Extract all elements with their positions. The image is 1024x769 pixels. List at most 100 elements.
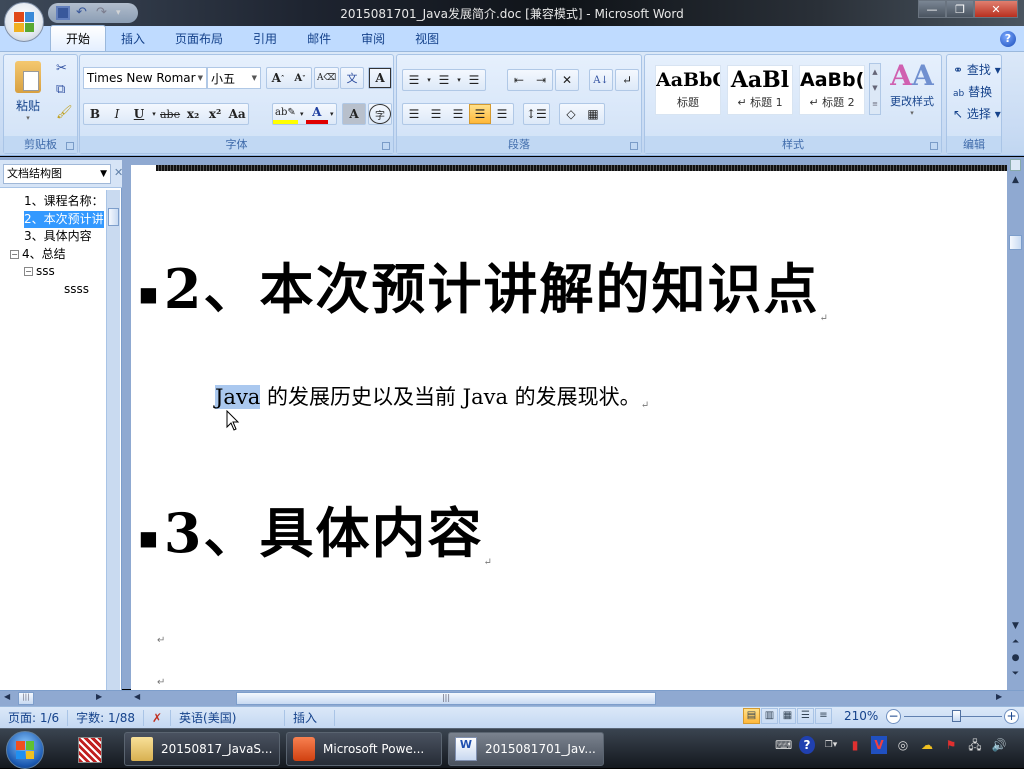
nav-tree-item[interactable]: 2、本次预计讲 [24, 210, 104, 228]
body-paragraph[interactable]: Java 的发展历史以及当前 Java 的发展现状。↵ [215, 381, 649, 411]
italic-button[interactable]: I [106, 104, 128, 124]
print-layout-icon[interactable]: ▤ [743, 708, 760, 724]
grow-font-button[interactable]: Aˆ [267, 68, 289, 88]
align-left-icon[interactable]: ☰ [403, 104, 425, 124]
align-center-icon[interactable]: ☰ [425, 104, 447, 124]
subscript-button[interactable]: x₂ [182, 104, 204, 124]
scroll-thumb[interactable]: ||| [236, 692, 656, 705]
document-page[interactable]: ■2、本次预计讲解的知识点↵ Java 的发展历史以及当前 Java 的发展现状… [131, 165, 1007, 690]
replace-button[interactable]: ab 替换 [953, 83, 992, 100]
browse-object-icon[interactable]: ● [1010, 653, 1021, 665]
outline-view-icon[interactable]: ☰ [797, 708, 814, 724]
taskbar-item-powerpoint[interactable]: Microsoft Powe... [286, 732, 442, 766]
heading-3[interactable]: ■3、具体内容↵ [139, 489, 492, 568]
vertical-scrollbar[interactable]: ▲ ▼ ⏶ ● ⏷ [1007, 157, 1024, 690]
line-spacing-icon[interactable]: ↕☰ [524, 104, 549, 124]
antivirus-icon[interactable]: V [871, 736, 887, 754]
sync-icon[interactable]: ◎ [895, 736, 911, 754]
font-color-icon[interactable]: A [305, 104, 328, 124]
chevron-down-icon[interactable]: ▾ [455, 70, 463, 90]
show-hidden-icon[interactable]: ❐▾ [823, 736, 839, 754]
scroll-down-icon[interactable]: ▼ [1010, 621, 1021, 633]
show-marks-icon[interactable]: ↵ [616, 70, 638, 90]
network-icon[interactable]: 🖧 [967, 736, 983, 754]
selected-text[interactable]: Java [215, 385, 261, 409]
nav-tree-item[interactable]: 1、课程名称： [24, 193, 104, 210]
bullets-icon[interactable]: ☰ [403, 70, 425, 90]
nav-scrollbar[interactable] [106, 190, 120, 690]
dialog-launcher-icon[interactable] [930, 142, 938, 150]
taskbar-item-word[interactable]: W 2015081701_Jav... [448, 732, 604, 766]
redo-icon[interactable]: ↷ [96, 6, 110, 20]
dialog-launcher-icon[interactable] [66, 142, 74, 150]
shading-icon[interactable]: ◇ [560, 104, 582, 124]
paste-button[interactable]: 粘贴 ▾ [10, 59, 46, 129]
weather-icon[interactable]: ☁ [919, 736, 935, 754]
decrease-indent-icon[interactable]: ⇤ [508, 70, 530, 90]
collapse-icon[interactable]: − [24, 267, 33, 276]
web-layout-icon[interactable]: ▦ [779, 708, 796, 724]
zoom-level[interactable]: 210% [844, 709, 878, 723]
next-page-icon[interactable]: ⏷ [1010, 669, 1021, 681]
word-count[interactable]: 字数: 1/88 [68, 709, 144, 726]
justify-icon[interactable]: ☰ [469, 104, 491, 124]
tab-home[interactable]: 开始 [50, 25, 107, 51]
chevron-down-icon[interactable]: ▾ [298, 104, 306, 124]
minimize-button[interactable]: — [918, 0, 946, 18]
scroll-up-icon[interactable]: ▲ [1010, 175, 1021, 187]
char-border-icon[interactable]: A [369, 68, 391, 88]
style-heading-1[interactable]: AaBl ↵ 标题 1 [727, 65, 793, 115]
font-size-combo[interactable]: 小五 ▼ [207, 67, 261, 89]
close-button[interactable]: ✕ [974, 0, 1018, 18]
phonetic-guide-icon[interactable]: 文 [341, 68, 363, 88]
pinned-app-icon[interactable] [78, 737, 102, 763]
scroll-right-icon[interactable]: ▶ [996, 692, 1002, 701]
tray-app-icon[interactable]: ▮ [847, 736, 863, 754]
nav-tree-item[interactable]: −4、总结 [10, 246, 66, 263]
change-case-button[interactable]: Aa [226, 104, 248, 124]
restore-button[interactable]: ❐ [946, 0, 974, 18]
draft-view-icon[interactable]: ≡ [815, 708, 832, 724]
chevron-down-icon[interactable]: ▾ [425, 70, 433, 90]
action-center-icon[interactable]: ⚑ [943, 736, 959, 754]
nav-pane-view-select[interactable]: 文档结构图 ▼ [3, 164, 111, 184]
clear-format-icon[interactable]: A⌫ [315, 68, 338, 88]
language-indicator[interactable]: 英语(美国) [171, 709, 286, 726]
sort-icon[interactable]: A↓ [590, 70, 612, 90]
undo-icon[interactable]: ↶ [76, 6, 90, 20]
proofing-icon[interactable]: ✗ [144, 709, 172, 726]
style-title[interactable]: AaBbC 标题 [655, 65, 721, 115]
increase-indent-icon[interactable]: ⇥ [530, 70, 552, 90]
insert-mode[interactable]: 插入 [285, 709, 336, 726]
page-count[interactable]: 页面: 1/6 [0, 709, 69, 726]
scroll-thumb[interactable] [108, 208, 119, 226]
nav-tree-item[interactable]: ssss [64, 281, 89, 298]
zoom-out-icon[interactable]: − [886, 709, 901, 724]
dialog-launcher-icon[interactable] [382, 142, 390, 150]
chinese-layout-icon[interactable]: ✕ [556, 70, 578, 90]
heading-2[interactable]: ■2、本次预计讲解的知识点↵ [139, 245, 828, 324]
format-painter-icon[interactable]: 🖌 [56, 105, 73, 120]
zoom-slider-thumb[interactable] [951, 710, 961, 722]
save-icon[interactable] [56, 6, 70, 20]
keyboard-icon[interactable]: ⌨ [775, 736, 792, 754]
style-heading-2[interactable]: AaBb(↵ 标题 2 [799, 65, 865, 115]
tab-view[interactable]: 视图 [400, 26, 454, 51]
underline-button[interactable]: U [128, 104, 150, 124]
shrink-font-button[interactable]: Aˇ [289, 68, 311, 88]
align-right-icon[interactable]: ☰ [447, 104, 469, 124]
scroll-left-icon[interactable]: ◀ [4, 692, 10, 701]
find-button[interactable]: ⚭ 查找 ▾ [953, 61, 1001, 78]
volume-icon[interactable]: 🔊 [991, 736, 1007, 754]
numbering-icon[interactable]: ☰ [433, 70, 455, 90]
ruler-toggle-icon[interactable] [1010, 159, 1021, 171]
help-icon[interactable]: ? [799, 736, 815, 754]
select-button[interactable]: ↖ 选择 ▾ [953, 105, 1001, 122]
borders-icon[interactable]: ▦ [582, 104, 604, 124]
nav-tree-item[interactable]: − sss [24, 263, 55, 280]
highlight-icon[interactable]: ab✎ [273, 104, 298, 124]
underline-dropdown-icon[interactable]: ▾ [150, 104, 158, 124]
scroll-left-icon[interactable]: ◀ [134, 692, 140, 701]
customize-qat-icon[interactable]: ▾ [116, 6, 130, 20]
tab-mailings[interactable]: 邮件 [292, 26, 346, 51]
